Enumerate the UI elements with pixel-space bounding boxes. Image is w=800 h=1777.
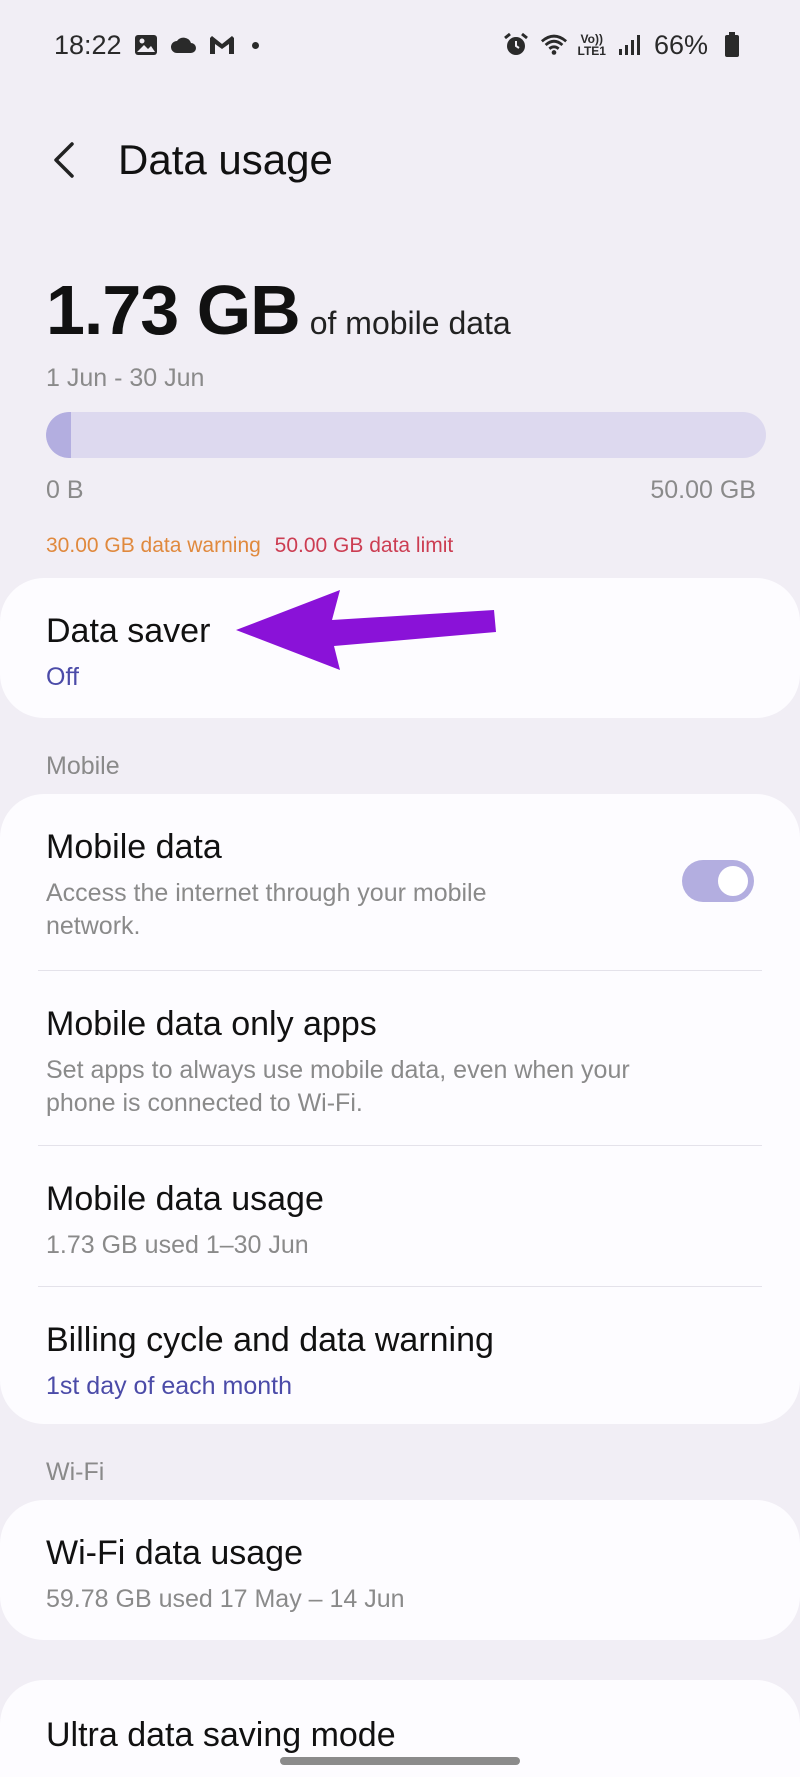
status-time: 18:22: [54, 29, 122, 60]
wifi-data-usage-subtitle: 59.78 GB used 17 May – 14 Jun: [46, 1585, 405, 1613]
mobile-data-usage-subtitle: 1.73 GB used 1–30 Jun: [46, 1231, 309, 1259]
mobile-card: Mobile data Access the internet through …: [0, 794, 800, 1424]
usage-thresholds: 30.00 GB data warning 50.00 GB data limi…: [46, 534, 453, 558]
wifi-icon: [540, 31, 568, 59]
signal-icon: [616, 31, 644, 59]
mobile-data-only-apps-subtitle: Set apps to always use mobile data, even…: [46, 1056, 630, 1117]
usage-suffix: of mobile data: [309, 305, 511, 341]
home-indicator[interactable]: [280, 1757, 520, 1765]
billing-cycle-row[interactable]: Billing cycle and data warning 1st day o…: [0, 1287, 800, 1423]
gmail-icon: [208, 31, 236, 59]
mobile-data-only-apps-title: Mobile data only apps: [46, 1005, 377, 1043]
notification-dot-icon: [251, 41, 259, 49]
app-header: Data usage: [0, 120, 800, 200]
back-button[interactable]: [34, 130, 94, 190]
mobile-data-toggle[interactable]: [682, 860, 754, 902]
mobile-data-title: Mobile data: [46, 828, 222, 866]
usage-amount: 1.73 GB: [46, 271, 301, 349]
data-limit-text: 50.00 GB data limit: [274, 534, 454, 557]
gallery-icon: [132, 31, 160, 59]
alarm-icon: [502, 31, 530, 59]
purple-arrow-icon: [236, 590, 496, 670]
usage-bar-labels: 0 B 50.00 GB: [46, 476, 756, 505]
wifi-data-usage-title: Wi-Fi data usage: [46, 1534, 303, 1572]
ultra-data-saving-title: Ultra data saving mode: [46, 1716, 396, 1754]
usage-progress-bar: [46, 412, 766, 458]
status-left: 18:22: [54, 30, 259, 61]
battery-percent: 66%: [653, 29, 708, 60]
data-usage-screen: 18:22 Vo)) LTE1 66% Data usage 1.73 GB o…: [0, 0, 800, 1777]
wifi-data-usage-row[interactable]: Wi-Fi data usage 59.78 GB used 17 May – …: [0, 1500, 800, 1616]
status-bar: 18:22 Vo)) LTE1 66%: [0, 0, 800, 90]
ultra-data-saving-row[interactable]: Ultra data saving mode: [0, 1680, 800, 1755]
mobile-data-only-apps-row[interactable]: Mobile data only apps Set apps to always…: [0, 971, 800, 1145]
billing-cycle-subtitle: 1st day of each month: [46, 1372, 292, 1400]
mobile-section-label: Mobile: [46, 752, 120, 780]
mobile-data-usage-title: Mobile data usage: [46, 1180, 324, 1218]
battery-icon: [718, 31, 746, 59]
cloud-icon: [170, 31, 198, 59]
mobile-data-subtitle: Access the internet through your mobile …: [46, 879, 487, 940]
wifi-card: Wi-Fi data usage 59.78 GB used 17 May – …: [0, 1500, 800, 1640]
usage-progress-fill: [46, 412, 72, 458]
wifi-section-label: Wi-Fi: [46, 1458, 105, 1486]
bar-min-label: 0 B: [46, 476, 84, 504]
usage-period: 1 Jun - 30 Jun: [46, 364, 205, 392]
toggle-knob: [716, 864, 750, 898]
mobile-data-row[interactable]: Mobile data Access the internet through …: [0, 794, 800, 970]
mobile-data-usage-row[interactable]: Mobile data usage 1.73 GB used 1–30 Jun: [0, 1146, 800, 1286]
chevron-left-icon: [54, 142, 74, 178]
usage-summary: 1.73 GB of mobile data 1 Jun - 30 Jun 0 …: [46, 270, 766, 557]
usage-amount-row: 1.73 GB of mobile data: [46, 270, 756, 350]
volte-lte-icon: Vo)) LTE1: [578, 33, 606, 57]
bar-max-label: 50.00 GB: [650, 476, 756, 504]
billing-cycle-title: Billing cycle and data warning: [46, 1321, 494, 1359]
data-warning-text: 30.00 GB data warning: [46, 534, 261, 557]
status-right: Vo)) LTE1 66%: [502, 30, 747, 61]
volte-bottom-label: LTE1: [577, 44, 606, 58]
page-title: Data usage: [118, 136, 333, 183]
